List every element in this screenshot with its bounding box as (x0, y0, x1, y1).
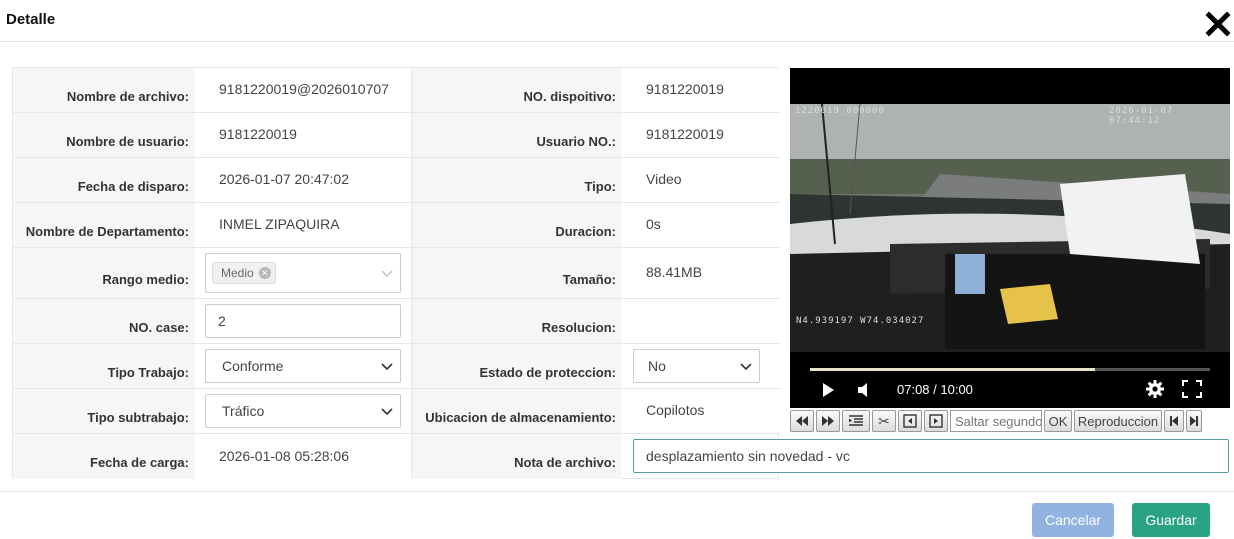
value-usuario-no: 9181220019 (646, 126, 724, 142)
no-case-input[interactable] (205, 304, 401, 338)
value-tamano: 88.41MB (646, 264, 703, 280)
playback-toolbar: ✂ OK Reproduccion (790, 409, 1230, 433)
chevron-down-icon (740, 363, 752, 371)
close-icon[interactable] (1205, 11, 1231, 37)
rango-medio-tag: Medio ✕ (212, 262, 276, 284)
skip-end-button[interactable] (1186, 410, 1202, 432)
fast-forward-icon (822, 416, 834, 426)
label-tamano: Tamaño: (562, 271, 616, 287)
nota-archivo-input[interactable] (633, 439, 1229, 473)
save-button[interactable]: Guardar (1132, 503, 1210, 537)
list-indent-icon (849, 415, 863, 426)
label-nombre-usuario: Nombre de usuario: (66, 133, 189, 149)
playback-button[interactable]: Reproduccion (1074, 410, 1162, 432)
fast-forward-button[interactable] (816, 410, 840, 432)
seek-ok-button[interactable]: OK (1044, 410, 1072, 432)
value-duracion: 0s (646, 216, 661, 232)
value-nombre-usuario: 9181220019 (219, 126, 297, 142)
dashcam-scene-image (790, 104, 1230, 352)
estado-proteccion-value: No (648, 358, 666, 374)
form-row: Rango medio: Medio ✕ Tamaño: 88.41MB (13, 248, 780, 299)
rango-medio-tag-label: Medio (221, 266, 254, 280)
label-estado-proteccion: Estado de proteccion: (479, 364, 616, 380)
volume-icon[interactable] (856, 382, 872, 398)
label-ubicacion: Ubicacion de almacenamiento: (425, 409, 616, 425)
label-tipo-subtrabajo: Tipo subtrabajo: (87, 409, 189, 425)
tipo-subtrabajo-select[interactable]: Tráfico (205, 394, 401, 428)
value-tipo: Video (646, 171, 682, 187)
prev-frame-button[interactable] (898, 410, 922, 432)
osd-datetime: 2026-01-07 07:44:12 (1109, 106, 1174, 126)
chevron-down-icon (381, 363, 393, 371)
rewind-button[interactable] (790, 410, 814, 432)
form-row: Tipo Trabajo: Conforme Estado de protecc… (13, 344, 780, 389)
clip-button[interactable]: ✂ (872, 410, 896, 432)
value-ubicacion: Copilotos (646, 402, 705, 418)
value-departamento: INMEL ZIPAQUIRA (219, 216, 340, 232)
label-duracion: Duracion: (555, 223, 616, 239)
next-frame-button[interactable] (924, 410, 948, 432)
label-no-case: NO. case: (129, 319, 189, 335)
form-row: Nombre de Departamento: INMEL ZIPAQUIRA … (13, 203, 780, 248)
tipo-subtrabajo-value: Tráfico (222, 403, 265, 419)
chevron-down-icon (381, 408, 393, 416)
label-no-dispositivo: NO. dispoitivo: (523, 88, 616, 104)
chevron-down-icon (381, 270, 393, 277)
video-progress-fill (810, 368, 1096, 371)
value-nombre-archivo: 9181220019@2026010707 (219, 81, 389, 97)
video-player[interactable]: 1220019_000000 2026-01-07 07:44:12 N4.93… (790, 68, 1230, 408)
estado-proteccion-select[interactable]: No (633, 349, 760, 383)
list-button[interactable] (842, 410, 870, 432)
label-fecha-disparo: Fecha de disparo: (77, 178, 189, 194)
osd-gps: N4.939197 W74.034027 (796, 316, 925, 326)
value-fecha-disparo: 2026-01-07 20:47:02 (219, 171, 349, 187)
frame-back-icon (903, 414, 917, 428)
video-progress-bar[interactable] (810, 368, 1210, 371)
tipo-trabajo-select[interactable]: Conforme (205, 349, 401, 383)
cancel-button[interactable]: Cancelar (1032, 503, 1114, 537)
dialog-footer: Cancelar Guardar (0, 491, 1234, 539)
label-usuario-no: Usuario NO.: (536, 133, 616, 149)
fullscreen-icon[interactable] (1182, 380, 1202, 398)
play-icon[interactable] (820, 382, 836, 398)
rewind-icon (796, 416, 808, 426)
form-row: Fecha de disparo: 2026-01-07 20:47:02 Ti… (13, 158, 780, 203)
skip-start-icon (1170, 416, 1178, 426)
label-departamento: Nombre de Departamento: (25, 223, 189, 239)
label-fecha-carga: Fecha de carga: (90, 455, 189, 470)
label-nota-archivo: Nota de archivo: (514, 455, 616, 470)
gear-icon[interactable] (1145, 379, 1165, 399)
video-frame: 1220019_000000 2026-01-07 07:44:12 N4.93… (790, 104, 1230, 352)
value-fecha-carga: 2026-01-08 05:28:06 (219, 447, 349, 464)
tipo-trabajo-value: Conforme (222, 358, 284, 374)
skip-end-icon (1190, 416, 1198, 426)
dialog-title: Detalle (6, 11, 56, 28)
video-time-display: 07:08 / 10:00 (897, 382, 973, 397)
label-nombre-archivo: Nombre de archivo: (66, 88, 189, 104)
tag-remove-icon[interactable]: ✕ (258, 267, 271, 279)
form-row: Nombre de archivo: 9181220019@2026010707… (13, 68, 780, 113)
skip-start-button[interactable] (1164, 410, 1184, 432)
osd-device-id: 1220019_000000 (795, 106, 885, 116)
label-rango-medio: Rango medio: (102, 271, 189, 287)
form-row: Tipo subtrabajo: Tráfico Ubicacion de al… (13, 389, 780, 434)
scissors-icon: ✂ (878, 412, 890, 429)
rango-medio-select[interactable]: Medio ✕ (205, 253, 401, 293)
seek-seconds-input[interactable] (950, 410, 1042, 432)
value-no-dispositivo: 9181220019 (646, 81, 724, 97)
label-resolucion: Resolucion: (541, 319, 616, 335)
form-row: NO. case: Resolucion: (13, 299, 780, 344)
label-tipo-trabajo: Tipo Trabajo: (107, 364, 189, 380)
frame-forward-icon (929, 414, 943, 428)
detail-form: Nombre de archivo: 9181220019@2026010707… (12, 67, 780, 479)
form-row: Nombre de usuario: 9181220019 Usuario NO… (13, 113, 780, 158)
label-tipo: Tipo: (584, 178, 616, 194)
dialog-header: Detalle (0, 0, 1234, 42)
